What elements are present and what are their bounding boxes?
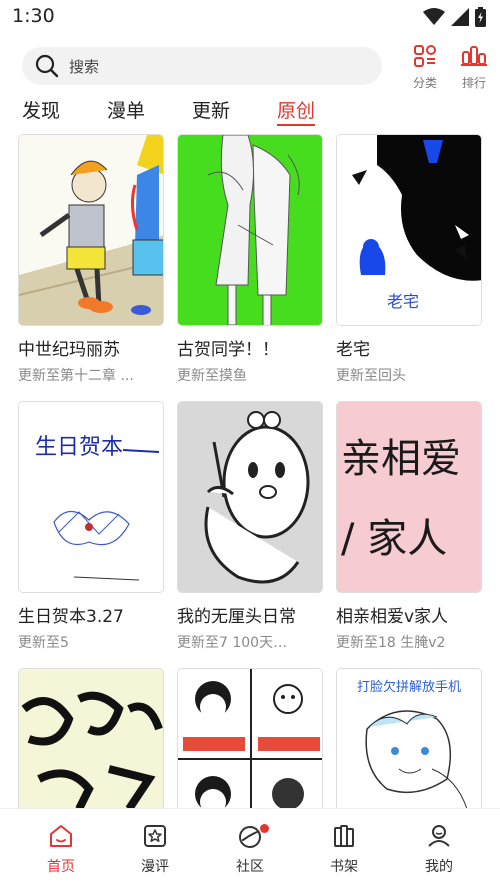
tab-comic-list[interactable]: 漫单 (107, 96, 145, 123)
comic-update: 更新至18 生腌v2 (336, 635, 446, 651)
comic-title: 相亲相爱v家人 (336, 607, 449, 627)
search-bar[interactable]: 搜索 (22, 47, 382, 85)
comic-card[interactable]: 我的无厘头日常 更新至7 100天… (177, 401, 323, 652)
comic-title: 古贺同学！！ (177, 340, 279, 360)
nav-bookshelf-label: 书架 (330, 859, 358, 875)
nav-bookshelf[interactable]: 书架 (314, 823, 374, 876)
tab-updates[interactable]: 更新 (192, 96, 230, 123)
comic-title: 中世纪玛丽苏 (18, 340, 120, 360)
comic-title: 老宅 (336, 340, 370, 360)
status-time: 1:30 (12, 5, 55, 27)
nav-home[interactable]: 首页 (31, 823, 91, 876)
ranking-icon (461, 46, 487, 66)
nav-home-label: 首页 (47, 859, 75, 875)
nav-review-label: 漫评 (141, 859, 169, 875)
comic-cover: 生日贺本 (18, 401, 164, 593)
comic-title: 我的无厘头日常 (177, 607, 296, 627)
category-icon (414, 45, 436, 67)
signal-icon (451, 8, 469, 26)
comic-card[interactable]: 亲相爱 / 家人 相亲相爱v家人 更新至18 生腌v2 (336, 401, 482, 652)
comic-update: 更新至第十二章 ... (18, 368, 134, 384)
wifi-icon (423, 8, 445, 25)
ranking-label: 排行 (461, 76, 486, 90)
nav-profile-label: 我的 (425, 859, 453, 875)
cover-text: 亲相爱 (341, 436, 461, 482)
tab-original[interactable]: 原创 (277, 96, 316, 126)
category-button[interactable]: 分类 (405, 44, 445, 91)
nav-community[interactable]: 社区 (220, 823, 280, 876)
cover-text: 打脸欠拼解放手机 (357, 679, 461, 695)
star-badge-icon (144, 825, 166, 847)
bookshelf-icon (334, 825, 354, 847)
nav-review[interactable]: 漫评 (125, 823, 185, 876)
comic-update: 更新至5 (18, 635, 69, 651)
home-icon (50, 825, 72, 847)
nav-community-label: 社区 (236, 859, 264, 875)
comic-card[interactable]: 古贺同学！！ 更新至摸鱼 (177, 134, 323, 385)
comic-cover: 老宅 (336, 134, 482, 326)
comic-cover (177, 401, 323, 593)
profile-icon (428, 825, 450, 847)
notification-dot (260, 824, 269, 833)
comic-update: 更新至7 100天… (177, 635, 288, 651)
comic-update: 更新至摸鱼 (177, 368, 247, 384)
tab-discover[interactable]: 发现 (22, 96, 60, 123)
search-placeholder: 搜索 (69, 57, 100, 76)
ranking-button[interactable]: 排行 (454, 44, 494, 91)
comic-cover: 亲相爱 / 家人 (336, 401, 482, 593)
comic-card[interactable]: 生日贺本 生日贺本3.27 更新至5 (18, 401, 164, 652)
cover-text: 老宅 (387, 292, 419, 311)
comic-cover (18, 134, 164, 326)
comic-title: 生日贺本3.27 (18, 607, 124, 627)
comic-card[interactable]: 中世纪玛丽苏 更新至第十二章 ... (18, 134, 164, 385)
bottom-nav: 首页 漫评 社区 书架 我的 (0, 808, 500, 889)
battery-icon (475, 7, 486, 27)
status-icons (423, 7, 486, 27)
cover-text: 生日贺本 (35, 435, 123, 460)
category-label: 分类 (412, 76, 437, 90)
status-bar: 1:30 (0, 0, 500, 34)
category-tabs: 发现 漫单 更新 原创 (0, 96, 500, 126)
cover-text: / 家人 (341, 516, 447, 562)
comic-card[interactable]: 老宅 老宅 更新至回头 (336, 134, 482, 385)
search-icon (35, 54, 59, 78)
comic-cover (177, 134, 323, 326)
nav-profile[interactable]: 我的 (409, 823, 469, 876)
comic-update: 更新至回头 (336, 368, 406, 384)
